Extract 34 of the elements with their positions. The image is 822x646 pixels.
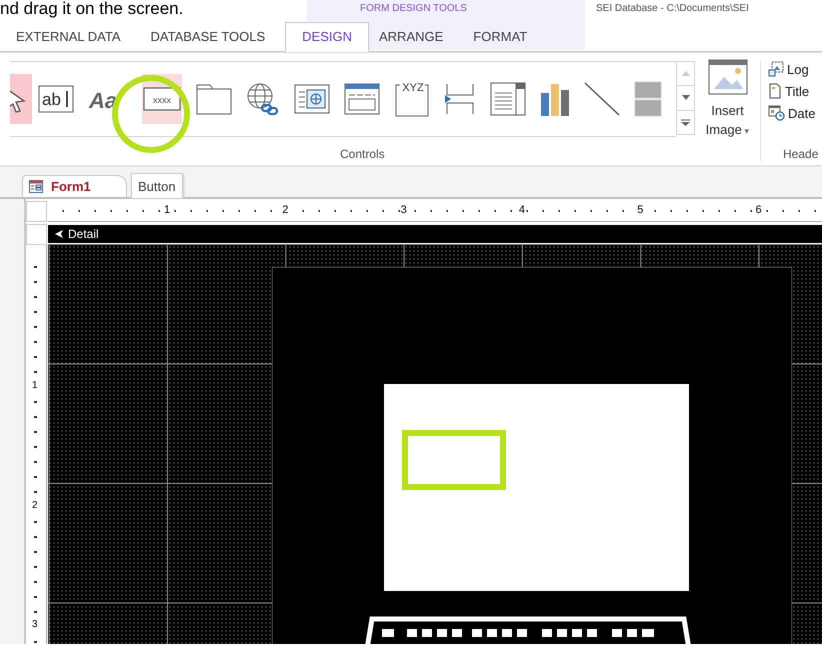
ruler-number: 1 — [163, 204, 172, 216]
title-icon — [768, 83, 782, 99]
form-tab-label: Form1 — [51, 179, 91, 194]
ribbon-tab[interactable]: DATABASE TOOLS — [140, 22, 286, 50]
pointer-icon[interactable] — [10, 74, 32, 124]
form-tab[interactable]: Form1 — [22, 175, 127, 197]
ruler-number: 1 — [32, 380, 38, 391]
caption-text: nd drag it on the screen. — [0, 0, 184, 18]
header-item-label[interactable]: Log — [787, 62, 809, 76]
section-arrow-icon — [54, 229, 64, 239]
ruler-number: 3 — [32, 619, 38, 630]
tooltip: Button — [131, 173, 183, 199]
ribbon-tab[interactable]: EXTERNAL DATA — [6, 22, 141, 50]
date-icon — [768, 105, 785, 121]
ruler-number: 5 — [636, 204, 644, 216]
ruler-number: 2 — [281, 204, 290, 216]
contextual-tab-group-label: FORM DESIGN TOOLS — [360, 3, 467, 14]
ribbon-tab[interactable]: FORMAT — [463, 22, 548, 50]
ribbon-tab[interactable]: ARRANGE — [369, 22, 464, 50]
ruler-number: 4 — [518, 204, 526, 216]
logo-icon — [768, 61, 784, 77]
ribbon-tab[interactable]: DESIGN — [285, 22, 369, 52]
section-label: Detail — [68, 227, 99, 241]
ruler-number: 3 — [400, 204, 408, 216]
ruler-number: 6 — [754, 204, 763, 216]
form-icon — [29, 180, 43, 193]
insert-image-button[interactable]: Insert Image ▾ — [700, 59, 755, 141]
header-item-label[interactable]: Date — [788, 106, 816, 120]
window-title: SEI Database - C:\Documents\SEI — [596, 3, 749, 14]
group-label: Heade — [783, 147, 818, 161]
group-label: Controls — [340, 147, 385, 161]
header-item-label[interactable]: Title — [785, 84, 810, 98]
ruler-number: 2 — [32, 500, 38, 510]
picture-icon — [708, 59, 748, 95]
